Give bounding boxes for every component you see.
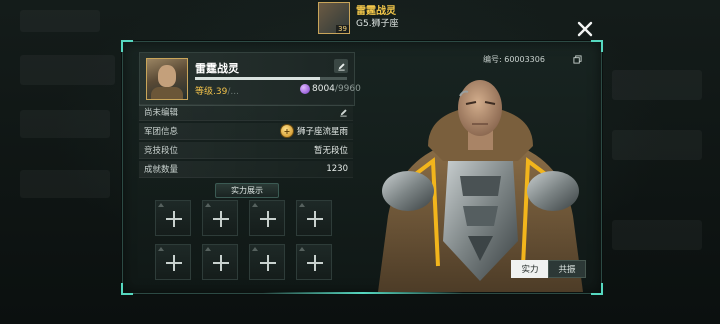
rank-row: 竞技段位 暂无段位 [139, 142, 353, 159]
slot-marker [299, 247, 305, 251]
legion-badge-icon: + [279, 124, 294, 138]
profile-card: 雷霆战灵 等级.39/... 8004/9960 [139, 52, 361, 106]
achievement-count: 1230 [326, 164, 348, 174]
showcase-slot[interactable] [202, 200, 238, 236]
plus-icon [173, 211, 175, 227]
background-menu-block [20, 110, 110, 138]
player-header: 39 雷霆战灵 G5.狮子座 [318, 2, 399, 34]
profile-name: 雷霆战灵 [195, 62, 239, 75]
xp-bar [195, 77, 347, 80]
panel-glow-line [263, 292, 463, 294]
slot-marker [158, 247, 164, 251]
player-subtitle: G5.狮子座 [356, 19, 399, 29]
background-menu-block [20, 55, 115, 85]
close-button[interactable] [576, 20, 594, 38]
level-label: 等级.39/... [195, 84, 239, 97]
level-text: 等级.39 [195, 87, 228, 97]
slot-marker [299, 203, 305, 207]
legion-value-group: + 狮子座流星雨 [279, 124, 348, 138]
xp-bar-fill [195, 77, 320, 80]
panel-corner [591, 40, 603, 52]
background-menu-block [20, 10, 100, 32]
slot-marker [252, 203, 258, 207]
pencil-icon [337, 62, 345, 71]
player-names: 雷霆战灵 G5.狮子座 [356, 5, 399, 31]
tab-resonance[interactable]: 共振 [548, 260, 586, 278]
showcase-grid [155, 200, 335, 280]
achievement-label: 成就数量 [144, 165, 179, 175]
legion-label: 军团信息 [144, 127, 179, 137]
purple-orb-icon [300, 84, 310, 94]
showcase-slot[interactable] [155, 200, 191, 236]
rank-value: 暂无段位 [313, 146, 348, 156]
copy-icon[interactable] [573, 55, 582, 64]
showcase-slot[interactable] [155, 244, 191, 280]
background-menu-block [612, 220, 702, 250]
player-name: 雷霆战灵 [356, 6, 396, 17]
legion-row[interactable]: 军团信息 + 狮子座流星雨 [139, 123, 353, 140]
edit-name-button[interactable] [334, 59, 348, 73]
close-icon [577, 21, 593, 37]
character-id: 编号: 60003306 [483, 55, 545, 64]
background-menu-block [612, 130, 702, 160]
level-suffix: /... [227, 87, 239, 97]
background-menu-block [612, 70, 702, 100]
panel-corner [121, 283, 133, 295]
slot-marker [205, 203, 211, 207]
slot-marker [252, 247, 258, 251]
tab-strength[interactable]: 实力 [511, 260, 549, 278]
showcase-slot[interactable] [249, 200, 285, 236]
currency-value: 8004/9960 [312, 84, 361, 94]
plus-icon [173, 255, 175, 271]
character-portrait [378, 80, 583, 292]
signature-row[interactable]: 尚未编辑 [139, 104, 353, 121]
power-showcase-title: 实力展示 [215, 183, 279, 198]
avatar-face [158, 65, 176, 87]
showcase-slot[interactable] [249, 244, 285, 280]
signature-label: 尚未编辑 [144, 108, 179, 118]
avatar-coat [151, 87, 183, 99]
plus-icon [314, 255, 316, 271]
slot-marker [158, 203, 164, 207]
plus-icon [220, 211, 222, 227]
currency-current: 8004 [312, 84, 335, 94]
profile-avatar[interactable] [146, 58, 188, 100]
plus-icon [220, 255, 222, 271]
plus-icon [267, 211, 269, 227]
showcase-slot[interactable] [296, 200, 332, 236]
background-menu-block [20, 170, 110, 198]
plus-icon [314, 211, 316, 227]
plus-icon [267, 255, 269, 271]
player-avatar[interactable]: 39 [318, 2, 350, 34]
currency-max: /9960 [334, 84, 361, 94]
profile-panel: 雷霆战灵 等级.39/... 8004/9960 尚未编辑 军团信息 + 狮子座… [121, 40, 603, 295]
pencil-icon [340, 108, 347, 117]
achievement-row: 成就数量 1230 [139, 161, 353, 178]
avatar-level: 39 [336, 25, 349, 33]
rank-label: 竞技段位 [144, 146, 179, 156]
showcase-slot[interactable] [296, 244, 332, 280]
panel-corner [121, 40, 133, 52]
showcase-slot[interactable] [202, 244, 238, 280]
legion-name: 狮子座流星雨 [296, 127, 348, 137]
slot-marker [205, 247, 211, 251]
